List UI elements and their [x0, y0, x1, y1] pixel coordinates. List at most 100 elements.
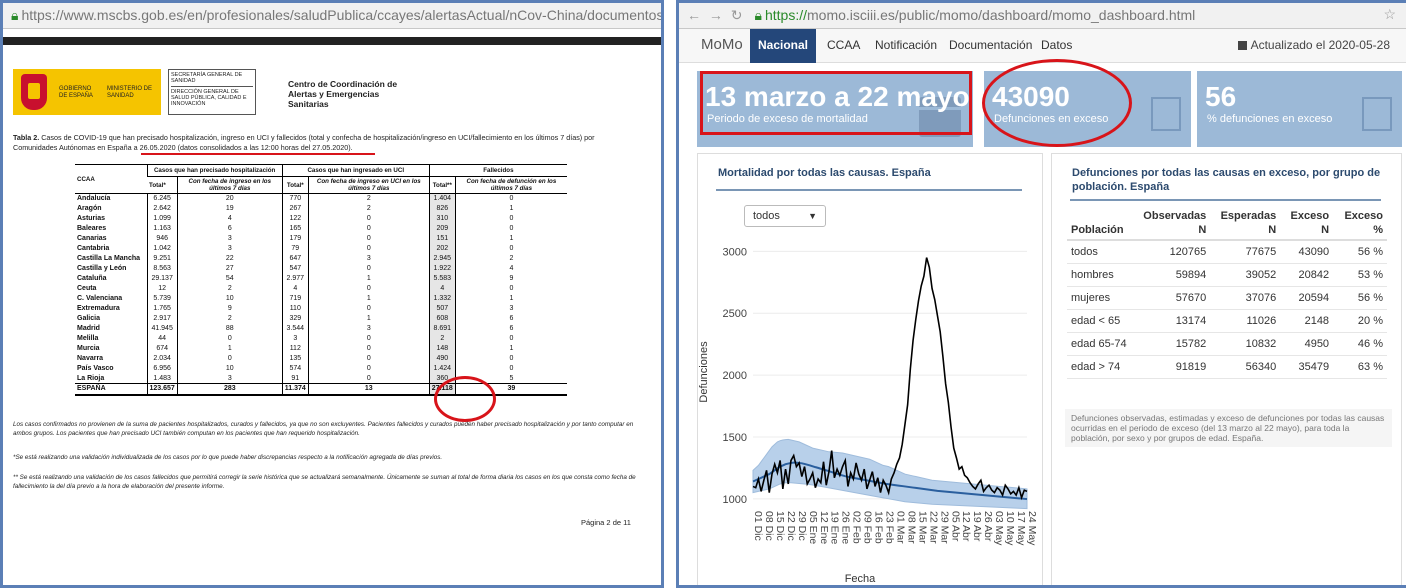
momo-brand[interactable]: MoMo: [701, 29, 743, 63]
table-cell: 3: [281, 333, 309, 344]
table-cell: 3: [176, 233, 283, 244]
table-cell: 88: [176, 323, 283, 334]
table-cell: 283: [176, 383, 283, 396]
table-cell: 20: [176, 193, 283, 204]
table-row: C. Valenciana 5.739 10 719 1 1.332 1: [75, 293, 567, 304]
table-cell: 1: [454, 293, 567, 304]
table-cell: 1.099: [146, 213, 178, 224]
table-cell: 674: [146, 343, 178, 354]
ccaa-name: Murcia: [77, 344, 100, 352]
excess-header: Esperadas N: [1210, 207, 1281, 241]
nav-ccaa[interactable]: CCAA: [827, 29, 860, 63]
table-cell: 123.657: [146, 383, 178, 396]
ccaa-name: Baleares: [77, 224, 107, 232]
table-cell: 647: [281, 253, 309, 264]
header-7d-uci: Con fecha de ingreso en UCI en los últim…: [307, 176, 430, 194]
table-cell: 2: [307, 193, 430, 204]
table-cell: todos: [1067, 240, 1133, 264]
direccion-text: DIRECCIÓN GENERAL DE SALUD PÚBLICA, CALI…: [171, 86, 253, 107]
ccaa-name: País Vasco: [77, 364, 114, 372]
table-cell: 135: [281, 353, 309, 364]
y-axis-label: Defunciones: [698, 341, 710, 403]
excess-header: Observadas N: [1133, 207, 1211, 241]
table-cell: 53 %: [1333, 263, 1387, 287]
table-cell: 2.945: [428, 253, 456, 264]
back-forward-icons[interactable]: ← → ↻: [687, 7, 745, 23]
table-cell: 770: [281, 193, 309, 204]
table-cell: 1: [176, 343, 283, 354]
table-cell: 6: [454, 323, 567, 334]
x-tick-label: 05 Abr: [949, 511, 961, 542]
ccaa-table-body: Andalucía 6.245 20 770 2 1.404 0 Aragón 2.642 19 2…: [75, 193, 567, 396]
x-tick-label: 12 Ene: [818, 511, 830, 544]
table-cell: 0: [307, 263, 430, 274]
bookmark-star-icon[interactable]: ☆: [1383, 6, 1396, 23]
table-cell: 2: [176, 283, 283, 294]
x-tick-label: 08 Mar: [905, 511, 917, 544]
table-cell: hombres: [1067, 263, 1133, 287]
calendar-icon: [1237, 41, 1247, 50]
table-cell: 6.956: [146, 363, 178, 374]
table-cell: 1: [454, 203, 567, 214]
table-cell: 0: [454, 353, 567, 364]
table-cell: 29.137: [146, 273, 178, 284]
lock-icon: 🔒︎: [754, 7, 762, 23]
table-cell: 9: [454, 273, 567, 284]
header-total-uci: Total*: [281, 176, 309, 194]
table-cell: 27: [176, 263, 283, 274]
ccaa-name: Extremadura: [77, 304, 120, 312]
nav-notificacion[interactable]: Notificación: [875, 29, 937, 63]
table-cell: 1: [307, 293, 430, 304]
right-address-bar[interactable]: ← → ↻ 🔒︎ https://momo.isciii.es/public/mom…: [679, 3, 1406, 29]
title-underline: [1070, 199, 1381, 201]
table-row: Castilla La Mancha 9.251 22 647 3 2.945 2: [75, 253, 567, 264]
nav-documentacion[interactable]: Documentación: [949, 29, 1032, 63]
table-cell: 91: [281, 373, 309, 384]
table-cell: 13: [307, 383, 430, 396]
x-tick-label: 29 Dic: [796, 511, 808, 541]
chevron-down-icon: ▼: [808, 211, 817, 221]
table-row: Baleares 1.163 6 165 0 209 0: [75, 223, 567, 234]
table-cell: 2: [428, 333, 456, 344]
excess-header: Exceso %: [1333, 207, 1387, 241]
population-select[interactable]: todos ▼: [744, 205, 826, 227]
table-cell: 10: [176, 363, 283, 374]
table-cell: 0: [307, 373, 430, 384]
table-row: Navarra 2.034 0 135 0 490 0: [75, 353, 567, 364]
table-cell: 41.945: [146, 323, 178, 334]
x-tick-label: 22 Dic: [785, 511, 797, 541]
x-axis-label: Fecha: [845, 573, 876, 585]
table-cell: 6: [176, 223, 283, 234]
x-tick-label: 23 Feb: [884, 511, 896, 544]
ccaa-name: Melilla: [77, 334, 99, 342]
excess-footnote: Defunciones observadas, estimadas y exce…: [1065, 409, 1392, 447]
red-rectangle-annotation: [700, 71, 972, 135]
ccaa-name: Castilla La Mancha: [77, 254, 141, 262]
ccaes-title: Centro de Coordinación de Alertas y Emer…: [288, 79, 398, 109]
nav-nacional[interactable]: Nacional: [750, 29, 816, 63]
table-cell: 8.691: [428, 323, 456, 334]
table-row: Madrid 41.945 88 3.544 3 8.691 6: [75, 323, 567, 334]
left-address-bar[interactable]: 🔒︎ https://www.mscbs.gob.es/en/profesiona…: [3, 3, 661, 29]
table-cell: 2.917: [146, 313, 178, 324]
table-cell: 91819: [1133, 355, 1211, 379]
y-tick-label: 3000: [723, 246, 747, 258]
table-cell: 6: [454, 313, 567, 324]
left-url-text: https://www.mscbs.gob.es/en/profesionale…: [21, 7, 661, 23]
table-cell: 1.922: [428, 263, 456, 274]
table-cell: 165: [281, 223, 309, 234]
table-cell: 267: [281, 203, 309, 214]
excess-header: Exceso N: [1280, 207, 1334, 241]
table-cell: 1.042: [146, 243, 178, 254]
table-cell: edad > 74: [1067, 355, 1133, 379]
header-total-fall: Total**: [428, 176, 456, 194]
table-cell: 0: [176, 353, 283, 364]
table-cell: 5.739: [146, 293, 178, 304]
x-tick-label: 16 Feb: [873, 511, 885, 544]
table-cell: 826: [428, 203, 456, 214]
table-cell: 0: [307, 243, 430, 254]
table-cell: 10: [176, 293, 283, 304]
table-cell: 0: [454, 363, 567, 374]
nav-datos[interactable]: Datos: [1041, 29, 1072, 63]
table-cell: edad < 65: [1067, 309, 1133, 333]
